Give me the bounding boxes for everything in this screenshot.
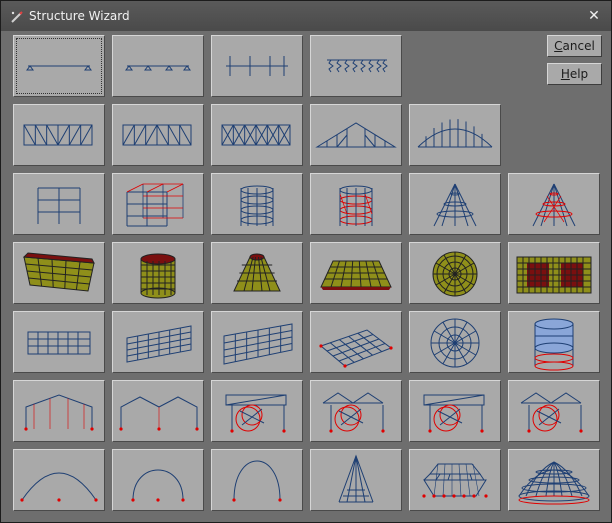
x-braced-truss-icon xyxy=(221,124,291,146)
roof-truss-icon xyxy=(315,122,397,148)
cylindrical-frame-braced-icon xyxy=(339,185,373,226)
template-cone-surface[interactable] xyxy=(211,242,303,304)
help-button[interactable]: Help xyxy=(547,63,602,85)
template-circular-arch[interactable] xyxy=(112,449,204,511)
parabolic-arch-icon xyxy=(20,472,98,502)
warped-grid-icon xyxy=(319,329,393,368)
cylinder-surface-icon xyxy=(140,253,176,299)
template-conical-frame-braced[interactable] xyxy=(508,173,600,235)
tank-icon xyxy=(534,318,574,371)
pipe-rack-frame-icon xyxy=(225,394,287,433)
template-box-surface[interactable] xyxy=(13,242,105,304)
beam-on-springs-icon xyxy=(327,59,388,73)
template-polar-grid[interactable] xyxy=(409,311,501,373)
template-pipe-rack-frame-2[interactable] xyxy=(409,380,501,442)
template-warped-grid[interactable] xyxy=(310,311,402,373)
plate-with-openings-icon xyxy=(516,256,592,294)
pipe-rack-gable-icon xyxy=(322,392,385,433)
2d-frame-icon xyxy=(37,187,81,224)
close-icon[interactable]: ✕ xyxy=(585,7,603,25)
tower-icon xyxy=(338,454,374,503)
bowstring-truss-icon xyxy=(417,119,493,148)
template-multi-span-beam[interactable] xyxy=(112,35,204,97)
help-accelerator: H xyxy=(560,67,570,81)
box-surface-icon xyxy=(22,252,95,292)
polar-grid-icon xyxy=(430,318,480,368)
template-continuous-beam[interactable] xyxy=(13,35,105,97)
howe-truss-icon xyxy=(122,124,192,146)
template-tank[interactable] xyxy=(508,311,600,373)
circular-arch-icon xyxy=(131,469,185,502)
multi-gable-frame-icon xyxy=(119,396,199,431)
pipe-rack-gable-2-icon xyxy=(520,392,583,433)
template-cylinder-surface[interactable] xyxy=(112,242,204,304)
title-bar: Structure Wizard ✕ xyxy=(1,1,611,31)
template-elliptic-arch[interactable] xyxy=(211,449,303,511)
template-space-truss[interactable] xyxy=(409,449,501,511)
cancel-label: ancel xyxy=(562,39,595,53)
cancel-button[interactable]: Cancel xyxy=(547,35,602,57)
template-howe-truss[interactable] xyxy=(112,104,204,166)
continuous-beam-icon xyxy=(26,65,92,71)
template-skewed-grid[interactable] xyxy=(112,311,204,373)
cone-surface-icon xyxy=(233,253,281,292)
template-pratt-truss[interactable] xyxy=(13,104,105,166)
elliptic-arch-icon xyxy=(232,460,282,502)
cancel-accelerator: C xyxy=(554,39,563,53)
portal-frame-icon xyxy=(226,56,288,76)
help-label: elp xyxy=(569,67,589,81)
template-cylindrical-frame-braced[interactable] xyxy=(310,173,402,235)
inclined-grid-icon xyxy=(223,323,293,365)
pipe-rack-frame-2-icon xyxy=(423,394,485,433)
multi-span-beam-icon xyxy=(125,65,191,71)
wand-icon xyxy=(11,11,23,23)
template-pipe-rack-gable[interactable] xyxy=(310,380,402,442)
template-tower[interactable] xyxy=(310,449,402,511)
template-3d-frame[interactable] xyxy=(112,173,204,235)
template-dome[interactable] xyxy=(508,449,600,511)
3d-frame-icon xyxy=(126,183,184,227)
trapezoid-surface-icon xyxy=(320,260,392,290)
template-conical-frame[interactable] xyxy=(409,173,501,235)
window-title: Structure Wizard xyxy=(29,9,130,23)
template-inclined-grid[interactable] xyxy=(211,311,303,373)
template-multi-gable-frame[interactable] xyxy=(112,380,204,442)
template-pipe-rack-frame[interactable] xyxy=(211,380,303,442)
structure-wizard-window: Structure Wizard ✕ Cancel Help xyxy=(0,0,612,523)
flat-grid-icon xyxy=(27,331,91,355)
template-plate-with-openings[interactable] xyxy=(508,242,600,304)
template-portal-frame[interactable] xyxy=(211,35,303,97)
dome-icon xyxy=(518,461,590,505)
template-2d-frame[interactable] xyxy=(13,173,105,235)
template-gable-frame[interactable] xyxy=(13,380,105,442)
template-bowstring-truss[interactable] xyxy=(409,104,501,166)
pratt-truss-icon xyxy=(23,124,93,146)
template-flat-grid[interactable] xyxy=(13,311,105,373)
template-parabolic-arch[interactable] xyxy=(13,449,105,511)
conical-frame-braced-icon xyxy=(532,183,576,227)
template-trapezoid-surface[interactable] xyxy=(310,242,402,304)
conical-frame-icon xyxy=(433,183,477,227)
template-cylindrical-frame[interactable] xyxy=(211,173,303,235)
circular-plate-icon xyxy=(432,251,478,297)
template-circular-plate[interactable] xyxy=(409,242,501,304)
template-roof-truss[interactable] xyxy=(310,104,402,166)
template-beam-on-springs[interactable] xyxy=(310,35,402,97)
gable-frame-icon xyxy=(24,394,94,431)
skewed-grid-icon xyxy=(126,325,192,363)
cylindrical-frame-icon xyxy=(240,185,274,226)
template-x-braced-truss[interactable] xyxy=(211,104,303,166)
template-pipe-rack-gable-2[interactable] xyxy=(508,380,600,442)
space-truss-icon xyxy=(422,463,488,498)
